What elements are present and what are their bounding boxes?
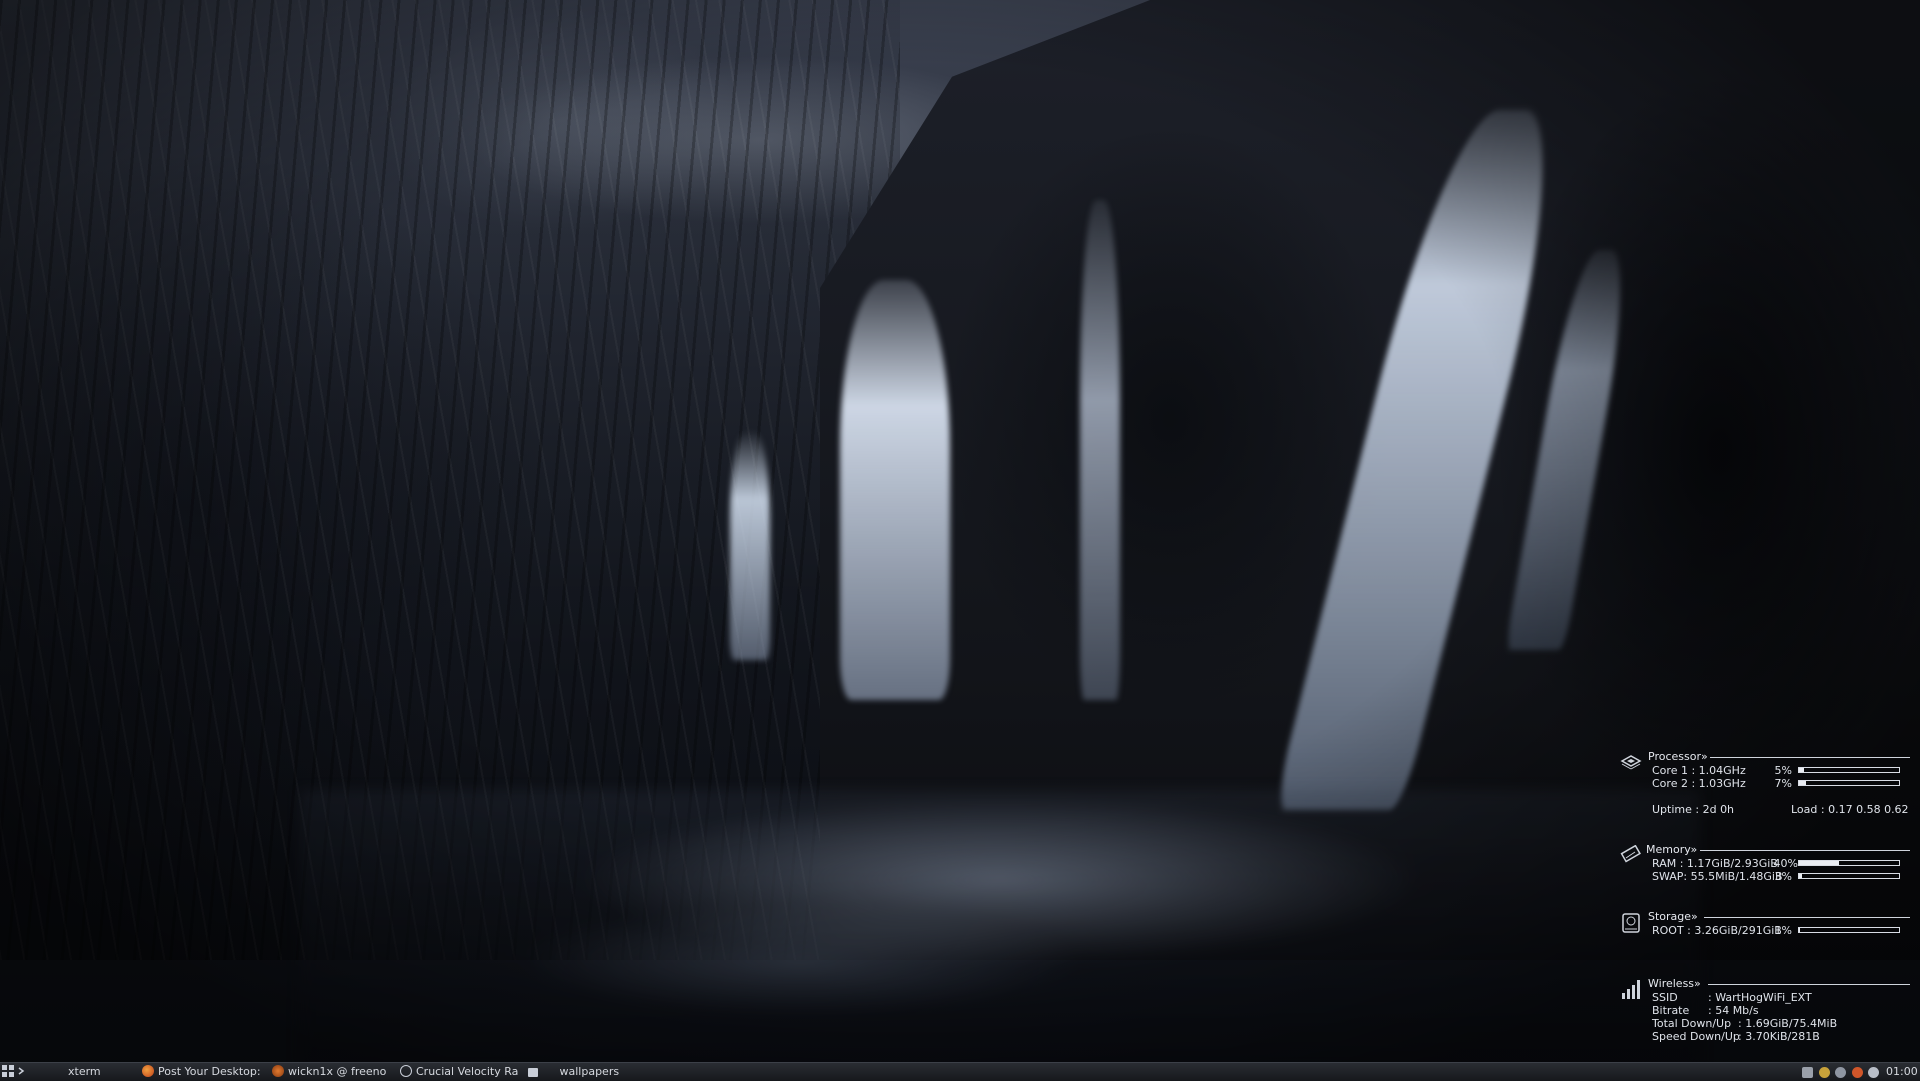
network-icon[interactable]: [1818, 1066, 1830, 1078]
taskbar-item-label: Crucial Velocity Ra: [416, 1065, 519, 1078]
processor-rule: [1710, 757, 1910, 758]
core1-row: Core 1 : 1.04GHz 5%: [1652, 764, 1910, 777]
taskbar-item-label: Post Your Desktop:: [158, 1065, 261, 1078]
taskbar-item-label: wickn1x @ freeno: [288, 1065, 387, 1078]
root-row: ROOT : 3.26GiB/291GiB 1%: [1652, 924, 1910, 937]
wireless-title: Wireless»: [1648, 977, 1701, 990]
cpu-chip-icon: [1620, 752, 1642, 774]
root-bar-fill: [1799, 928, 1800, 932]
chat-icon: [272, 1065, 284, 1077]
total-row: Total Down/Up : 1.69GiB/75.4MiB: [1652, 1017, 1910, 1030]
ram-percent: 40%: [1773, 857, 1798, 870]
storage-title: Storage»: [1648, 910, 1698, 923]
uptime-load-row: Uptime : 2d 0h Load : 0.17 0.58 0.62: [1652, 803, 1910, 816]
hard-disk-icon: [1620, 912, 1642, 934]
ssid-label: SSID: [1652, 991, 1678, 1004]
taskbar: xterm Post Your Desktop: wickn1x @ freen…: [0, 1062, 1920, 1081]
ssid-row: SSID : WartHogWiFi_EXT: [1652, 991, 1910, 1004]
swap-percent: 3%: [1774, 870, 1792, 883]
core2-row: Core 2 : 1.03GHz 7%: [1652, 777, 1910, 790]
clock-text: 01:00: [1886, 1065, 1918, 1078]
volume-icon[interactable]: [1802, 1066, 1813, 1078]
bitrate-value: : 54 Mb/s: [1708, 1004, 1759, 1017]
ram-label: RAM : 1.17GiB/2.93GiB: [1652, 857, 1778, 870]
total-value: : 1.69GiB/75.4MiB: [1738, 1017, 1838, 1030]
core2-bar-fill: [1799, 781, 1806, 785]
taskbar-item-post-your-desktop[interactable]: Post Your Desktop:: [142, 1065, 268, 1079]
core2-label: Core 2 : 1.03GHz: [1652, 777, 1746, 790]
menu-grid-icon[interactable]: [2, 1065, 14, 1079]
taskbar-item-xterm[interactable]: xterm: [68, 1065, 138, 1079]
clock[interactable]: 01:00: [1886, 1065, 1918, 1079]
swap-bar-fill: [1799, 874, 1802, 878]
core1-label: Core 1 : 1.04GHz: [1652, 764, 1746, 777]
root-percent: 1%: [1774, 924, 1792, 937]
terminal-launcher-icon[interactable]: [18, 1065, 28, 1079]
bitrate-label: Bitrate: [1652, 1004, 1690, 1017]
core1-bar: [1798, 767, 1900, 773]
bitrate-row: Bitrate : 54 Mb/s: [1652, 1004, 1910, 1017]
speed-label: Speed Down/Up: [1652, 1030, 1740, 1043]
power-icon[interactable]: [1835, 1066, 1846, 1078]
root-bar: [1798, 927, 1900, 933]
storage-rule: [1704, 917, 1910, 918]
swap-bar: [1798, 873, 1900, 879]
firefox-icon: [142, 1065, 154, 1077]
processor-title: Processor»: [1648, 750, 1708, 763]
core2-percent: 7%: [1774, 777, 1792, 790]
taskbar-item-wallpapers[interactable]: wallpapers: [528, 1065, 630, 1079]
taskbar-item-browser[interactable]: Crucial Velocity Ra: [400, 1065, 524, 1079]
core1-percent: 5%: [1774, 764, 1792, 777]
taskbar-item-label: xterm: [68, 1065, 101, 1078]
core2-bar: [1798, 780, 1900, 786]
ram-bar-fill: [1799, 861, 1839, 865]
memory-stick-icon: [1620, 844, 1642, 867]
wireless-rule: [1708, 984, 1910, 985]
memory-title: Memory»: [1646, 843, 1698, 856]
taskbar-item-label: wallpapers: [559, 1065, 620, 1078]
ram-bar: [1798, 860, 1900, 866]
memory-rule: [1700, 850, 1910, 851]
browser-icon: [400, 1065, 412, 1077]
taskbar-item-irc[interactable]: wickn1x @ freeno: [272, 1065, 396, 1079]
folder-icon: [528, 1068, 538, 1077]
uptime-text: Uptime : 2d 0h: [1652, 803, 1735, 816]
load-text: Load : 0.17 0.58 0.62: [1791, 803, 1909, 816]
notification-icon[interactable]: [1851, 1066, 1863, 1078]
ram-row: RAM : 1.17GiB/2.93GiB 40%: [1652, 857, 1910, 870]
speed-row: Speed Down/Up : 3.70KiB/281B: [1652, 1030, 1910, 1043]
speed-value: : 3.70KiB/281B: [1738, 1030, 1820, 1043]
signal-bars-icon: [1620, 977, 1642, 999]
core1-bar-fill: [1799, 768, 1804, 772]
ssid-value: : WartHogWiFi_EXT: [1708, 991, 1812, 1004]
total-label: Total Down/Up: [1652, 1017, 1732, 1030]
swap-row: SWAP: 55.5MiB/1.48GiB 3%: [1652, 870, 1910, 883]
system-tray: [1802, 1065, 1881, 1079]
settings-icon[interactable]: [1868, 1066, 1879, 1078]
